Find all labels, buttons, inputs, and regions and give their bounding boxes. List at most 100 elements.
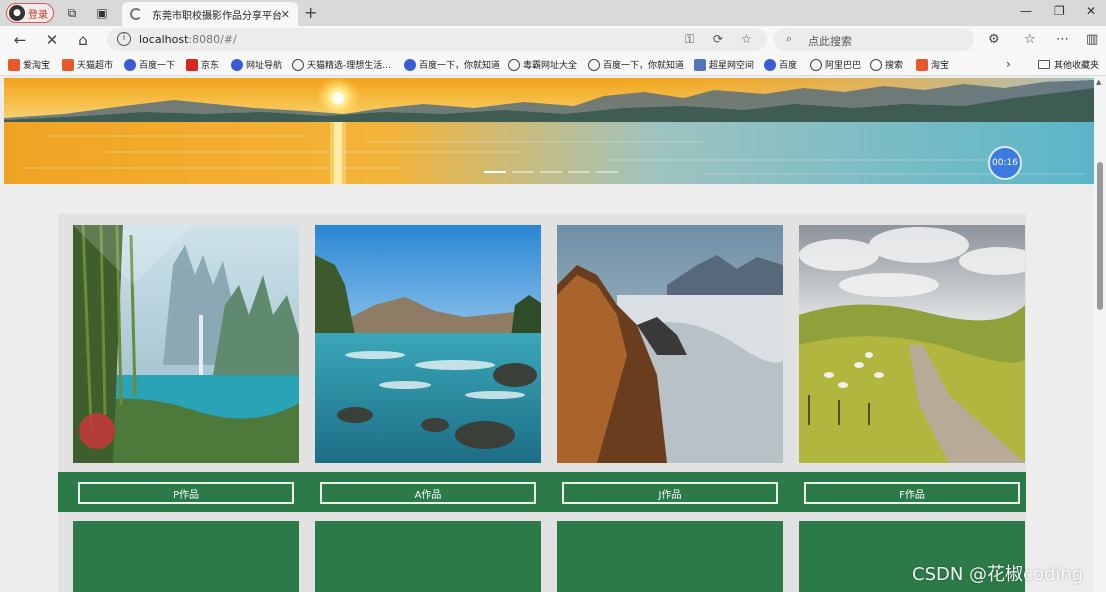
- work-button-j[interactable]: J作品: [562, 482, 778, 504]
- tmall-icon: [916, 58, 928, 71]
- bookmarks-overflow-icon[interactable]: ›: [1006, 57, 1011, 71]
- globe-icon: [508, 58, 520, 71]
- url-path: :8080/#/: [188, 33, 237, 46]
- work-card-placeholder[interactable]: [315, 521, 541, 592]
- url-text[interactable]: localhost:8080/#/: [139, 33, 237, 46]
- carousel-timer[interactable]: 00:16: [988, 146, 1022, 180]
- bookmark-item[interactable]: 天猫精选-理想生活...: [292, 58, 391, 71]
- fantasy-waterfall-photo: [73, 225, 299, 463]
- bookmark-item[interactable]: 阿里巴巴: [810, 58, 861, 71]
- address-bar[interactable]: i localhost:8080/#/ ⚿ ⟳ ☆: [107, 28, 767, 51]
- new-tab-icon[interactable]: +: [304, 3, 317, 22]
- country-road-photo: [799, 225, 1025, 463]
- bookmark-label: 搜索: [885, 61, 904, 71]
- avatar: ●: [9, 5, 25, 21]
- tab-active[interactable]: 东莞市职校摄影作品分享平台 ✕: [122, 2, 298, 26]
- bookmark-item[interactable]: 百度: [764, 58, 797, 71]
- work-image-p[interactable]: [73, 225, 299, 463]
- sidebar-icon[interactable]: ▥: [1086, 32, 1098, 47]
- baidu-icon: [404, 58, 416, 71]
- works-gallery: P作品 A作品 J作品 F作品: [58, 214, 1026, 592]
- carousel-indicators: [484, 171, 618, 173]
- bookmark-item[interactable]: 搜索: [870, 58, 903, 71]
- tmall-icon: [8, 58, 20, 71]
- tab-title: 东莞市职校摄影作品分享平台: [152, 10, 281, 22]
- baidu-icon: [764, 58, 776, 71]
- work-image-a[interactable]: [315, 225, 541, 463]
- globe-icon: [870, 58, 882, 71]
- favorites-icon[interactable]: ☆: [1024, 32, 1036, 47]
- work-button-a[interactable]: A作品: [320, 482, 536, 504]
- bookmark-label: 天猫超市: [77, 61, 114, 71]
- work-button-p[interactable]: P作品: [78, 482, 294, 504]
- folder-icon: [1038, 60, 1050, 69]
- carousel-dot[interactable]: [568, 171, 590, 173]
- refresh-icon[interactable]: ⟳: [713, 32, 723, 46]
- bookmark-label: 百度: [779, 61, 798, 71]
- baidu-icon: [124, 58, 136, 71]
- extensions-icon[interactable]: ⚙: [988, 32, 1000, 47]
- bookmark-item[interactable]: 百度一下，你就知道: [404, 58, 500, 71]
- stop-icon[interactable]: ✕: [43, 31, 61, 49]
- tab-strip: ● 登录 ⧉ ▣ 东莞市职校摄影作品分享平台 ✕ + — ❐ ✕: [0, 0, 1106, 26]
- mountain-river-photo: [315, 225, 541, 463]
- close-window-icon[interactable]: ✕: [1086, 4, 1096, 18]
- page-scrollbar[interactable]: ▲: [1094, 76, 1106, 592]
- tab-actions-icon[interactable]: ▣: [94, 5, 110, 21]
- bookmark-label: 网址导航: [246, 61, 283, 71]
- sunset-lake-image: [4, 78, 1094, 184]
- work-image-f[interactable]: [799, 225, 1025, 463]
- bookmark-label: 百度一下，你就知道: [603, 61, 685, 71]
- site-info-icon[interactable]: i: [117, 32, 131, 46]
- collections-icon[interactable]: ⧉: [64, 5, 80, 21]
- other-favorites-folder[interactable]: 其他收藏夹: [1038, 58, 1099, 71]
- other-favorites-label: 其他收藏夹: [1054, 61, 1100, 71]
- work-card-placeholder[interactable]: [557, 521, 783, 592]
- bookmark-item[interactable]: 爱淘宝: [8, 58, 50, 71]
- close-tab-icon[interactable]: ✕: [281, 8, 290, 21]
- bookmark-item[interactable]: 网址导航: [231, 58, 282, 71]
- jd-icon: [186, 58, 198, 71]
- works-label-bar: P作品 A作品 J作品 F作品: [58, 472, 1026, 512]
- carousel-dot[interactable]: [596, 171, 618, 173]
- loading-icon: [130, 8, 142, 20]
- profile-button[interactable]: ● 登录: [6, 3, 54, 23]
- bookmark-item[interactable]: 毒霸网址大全: [508, 58, 577, 71]
- home-icon[interactable]: ⌂: [74, 31, 92, 49]
- carousel-dot[interactable]: [540, 171, 562, 173]
- bookmark-item[interactable]: 淘宝: [916, 58, 949, 71]
- more-menu-icon[interactable]: ⋯: [1056, 32, 1069, 47]
- work-card-placeholder[interactable]: [73, 521, 299, 592]
- bookmark-label: 百度一下: [139, 61, 176, 71]
- tmall-icon: [62, 58, 74, 71]
- minimize-icon[interactable]: —: [1020, 4, 1032, 18]
- scroll-thumb[interactable]: [1097, 162, 1103, 310]
- back-icon[interactable]: ←: [11, 31, 29, 49]
- bookmark-label: 天猫精选-理想生活...: [307, 61, 391, 71]
- search-box[interactable]: ⌕ 点此搜索: [774, 28, 974, 51]
- key-icon[interactable]: ⚿: [685, 32, 694, 47]
- banner-carousel[interactable]: 00:16: [4, 78, 1094, 184]
- bookmark-item[interactable]: 天猫超市: [62, 58, 113, 71]
- search-placeholder: 点此搜索: [808, 35, 852, 48]
- bookmark-item[interactable]: 京东: [186, 58, 219, 71]
- bookmarks-bar: 爱淘宝 天猫超市 百度一下 京东 网址导航 天猫精选-理想生活... 百度一下，你就知道 毒霸…: [0, 54, 1106, 76]
- globe-icon: [292, 58, 304, 71]
- bookmark-label: 百度一下，你就知道: [419, 61, 501, 71]
- work-button-f[interactable]: F作品: [804, 482, 1020, 504]
- bookmark-label: 淘宝: [931, 61, 950, 71]
- globe-icon: [588, 58, 600, 71]
- favorite-star-icon[interactable]: ☆: [741, 32, 752, 46]
- bookmark-label: 京东: [201, 61, 220, 71]
- page-content: 00:16 P作品 A作品 J作品 F作品: [0, 76, 1094, 592]
- cliff-clouds-photo: [557, 225, 783, 463]
- maximize-icon[interactable]: ❐: [1054, 4, 1065, 18]
- bookmark-label: 超星网空间: [709, 61, 755, 71]
- work-image-j[interactable]: [557, 225, 783, 463]
- carousel-dot[interactable]: [484, 171, 506, 173]
- scroll-up-icon[interactable]: ▲: [1096, 78, 1101, 86]
- carousel-dot[interactable]: [512, 171, 534, 173]
- bookmark-item[interactable]: 百度一下，你就知道: [588, 58, 684, 71]
- bookmark-item[interactable]: 百度一下: [124, 58, 175, 71]
- bookmark-item[interactable]: 超星网空间: [694, 58, 754, 71]
